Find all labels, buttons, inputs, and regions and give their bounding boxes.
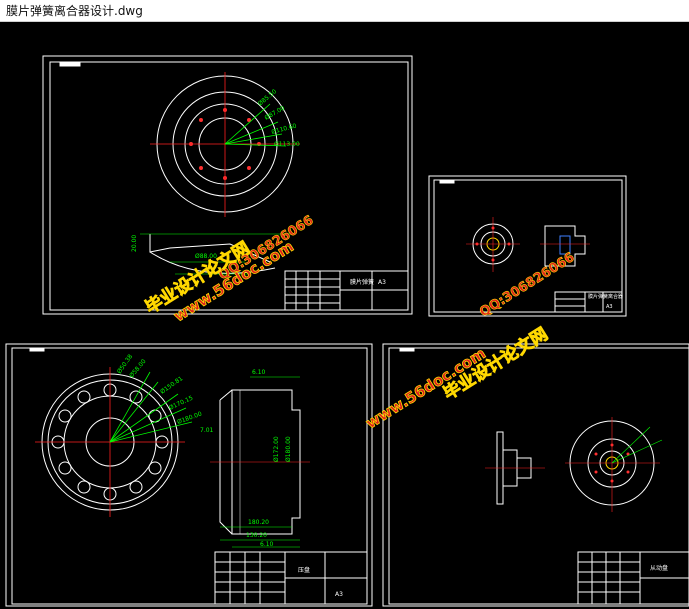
title-block-code: A3 [606, 304, 613, 310]
dim-label: 130.20 [246, 532, 267, 539]
dim-label: 7.01 [200, 427, 214, 434]
title-block-code: A3 [378, 279, 386, 286]
title-block-name: 膜片弹簧 [350, 278, 374, 286]
dim-label: 6.10 [252, 369, 266, 376]
dim-label: Ø180.00 [285, 436, 292, 462]
dim-label: Ø150.81 [159, 375, 184, 396]
cad-canvas[interactable]: Ø85.50 Ø87.00 Ø110.60 Ø113.00 20.00 Ø88.… [0, 22, 689, 609]
dim-label: 20.00 [131, 235, 138, 252]
dim-label: 180.20 [248, 519, 269, 526]
dim-label: Ø113.00 [274, 141, 300, 148]
dim-label: Ø172.00 [273, 436, 280, 462]
dim-label: 6.10 [260, 541, 274, 548]
dim-label: Ø110.60 [271, 122, 298, 135]
dim-label: Ø170.15 [168, 395, 194, 412]
drawing-sheet-3 [5, 343, 373, 607]
dim-label: Ø180.00 [176, 410, 203, 425]
title-block-name: 压盘 [298, 566, 310, 574]
title-block-name: 膜片弹簧离合器 [588, 293, 623, 300]
title-block-code: A3 [335, 591, 343, 598]
window-title: 膜片弹簧离合器设计.dwg [0, 0, 689, 22]
title-block-name: 从动盘 [650, 564, 668, 572]
